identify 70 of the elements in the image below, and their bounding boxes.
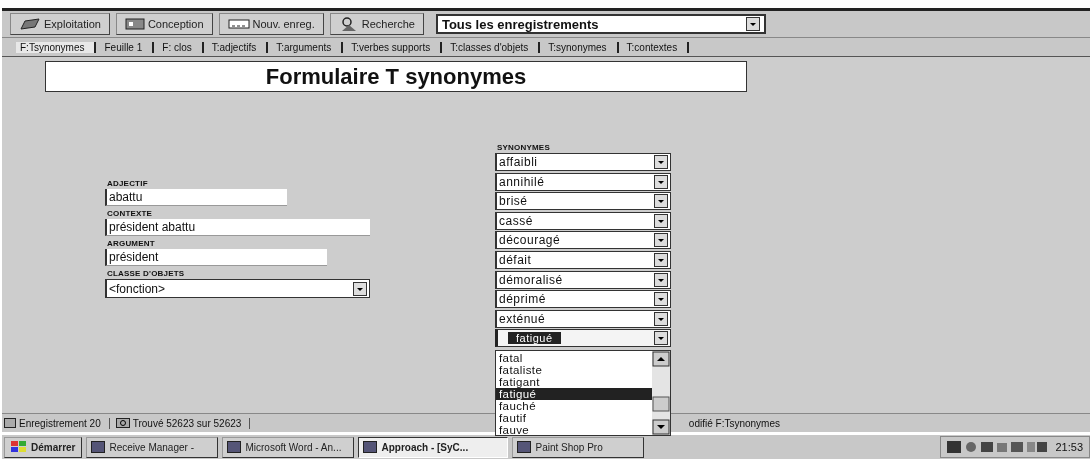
taskbar-button[interactable]: Microsoft Word - An... — [222, 436, 355, 458]
start-button[interactable]: Démarrer — [4, 436, 83, 458]
dropdown-icon — [654, 311, 668, 326]
toolbar-button[interactable]: Recherche — [329, 13, 424, 35]
input-field[interactable]: <fonction> — [105, 279, 370, 298]
clock: 21:53 — [1055, 441, 1083, 453]
synonym-select[interactable]: exténué — [495, 309, 671, 328]
field-label: CLASSE D'OBJETS — [107, 269, 186, 279]
dropdown-option[interactable]: fauve — [496, 424, 652, 437]
taskbar-button[interactable]: Approach - [SyC... — [358, 436, 509, 458]
status-message: odifié F:Tsynonymes — [688, 417, 780, 429]
find-select[interactable]: Tous les enregistrements — [435, 14, 766, 34]
dropdown-icon — [654, 252, 668, 267]
synonym-select[interactable]: brisé — [495, 192, 671, 211]
record-status: Enregistrement 20 — [19, 417, 101, 429]
synonym-select[interactable]: annihilé — [495, 172, 671, 191]
dropdown-icon — [654, 292, 668, 307]
tab[interactable]: T:synonymes — [544, 41, 619, 53]
taskbar-button[interactable]: Paint Shop Pro — [512, 436, 645, 458]
field-label: ARGUMENT — [107, 239, 156, 249]
synonym-select[interactable]: affaibli — [495, 153, 671, 171]
dropdown-option[interactable]: fatal — [496, 352, 652, 365]
synonym-select[interactable]: cassé — [495, 211, 671, 230]
input-field[interactable]: président — [105, 249, 327, 266]
app-icon — [227, 441, 242, 453]
synonym-select[interactable]: déprimé — [495, 290, 671, 309]
field-label: ADJECTIF — [107, 179, 149, 189]
dropdown-option[interactable]: fautif — [496, 412, 652, 425]
synonym-select[interactable]: défait — [495, 250, 671, 269]
dropdown-option[interactable]: fatigué — [496, 388, 652, 401]
app-icon — [517, 441, 532, 453]
tab[interactable]: T:adjectifs — [207, 41, 269, 53]
form-title: Formulaire T synonymes — [45, 61, 747, 92]
synonym-select[interactable]: découragé — [495, 231, 671, 250]
tab[interactable]: T:contextes — [622, 41, 690, 53]
form-icon — [124, 17, 145, 31]
app-icon — [363, 441, 378, 453]
dropdown-icon — [654, 213, 668, 228]
tab[interactable]: F: clos — [158, 41, 204, 53]
scrollbar[interactable] — [652, 351, 670, 436]
dropdown-icon — [654, 174, 668, 189]
tab[interactable]: T:classes d'objets — [446, 41, 541, 53]
pencil-icon — [19, 17, 41, 31]
windows-logo-icon — [11, 441, 27, 453]
dropdown-option[interactable]: fatigant — [496, 376, 652, 389]
dropdown-icon — [654, 194, 668, 209]
taskbar-button[interactable]: Receive Manager - — [86, 436, 219, 458]
tab[interactable]: T:verbes supports — [347, 41, 443, 53]
field-label: SYNONYMES — [497, 143, 551, 153]
synonym-select[interactable]: démoralisé — [495, 270, 671, 289]
tab[interactable]: Feuille 1 — [100, 41, 155, 53]
dropdown-icon — [353, 281, 367, 296]
dropdown-icon — [654, 233, 668, 248]
tab[interactable]: T:arguments — [272, 41, 344, 53]
dropdown-icon — [654, 272, 668, 287]
input-field[interactable]: abattu — [105, 189, 287, 206]
dropdown-icon — [654, 155, 668, 169]
tab[interactable]: F:Tsynonymes — [16, 41, 97, 53]
input-field[interactable]: président abattu — [105, 219, 370, 236]
synonym-select[interactable]: fatigué — [495, 329, 671, 348]
dropdown-icon — [654, 331, 668, 346]
found-status: Trouvé 52623 sur 52623 — [132, 417, 242, 429]
toolbar-button[interactable]: Conception — [115, 13, 213, 35]
field-label: CONTEXTE — [107, 209, 154, 219]
toolbar-button[interactable]: Nouv. enreg. — [218, 13, 324, 35]
dropdown-icon — [745, 17, 760, 31]
toolbar-button[interactable]: Exploitation — [10, 13, 110, 35]
dropdown-option[interactable]: fauché — [496, 400, 652, 413]
dropdown-option[interactable]: fataliste — [496, 364, 652, 377]
app-icon — [91, 441, 106, 453]
